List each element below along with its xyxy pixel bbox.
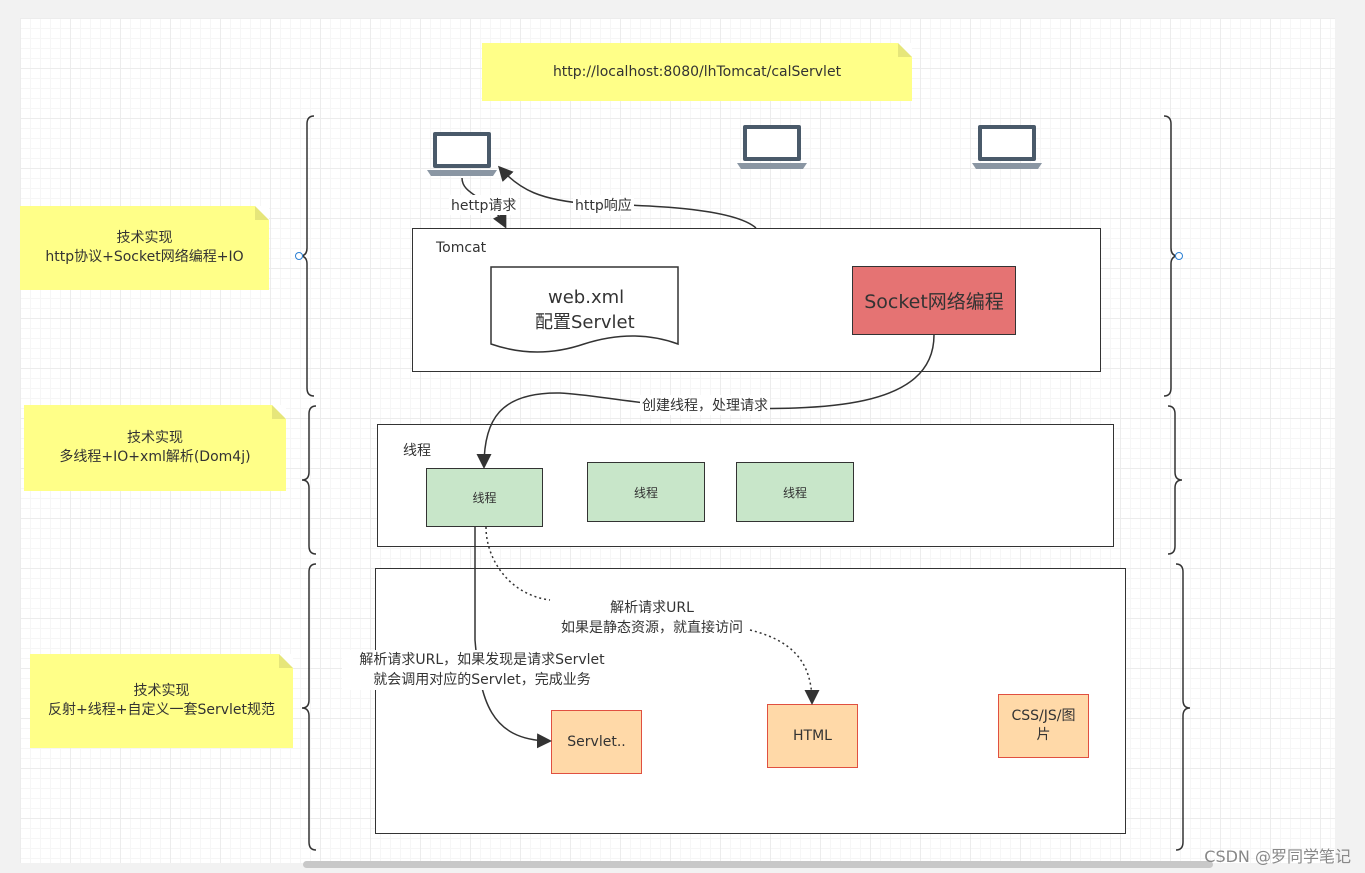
- right-brace-2: [1167, 405, 1183, 555]
- request-label: hettp请求: [449, 195, 519, 215]
- parse-static-label: 解析请求URL 如果是静态资源，就直接访问: [545, 598, 759, 638]
- webxml-subtitle: 配置Servlet: [535, 312, 635, 333]
- laptop-icon[interactable]: [737, 125, 807, 169]
- left-brace-2: [301, 405, 317, 555]
- create-thread-label: 创建线程，处理请求: [640, 395, 770, 415]
- response-label: http响应: [573, 195, 634, 215]
- parse-servlet-line2: 就会调用对应的Servlet，完成业务: [373, 672, 591, 688]
- brace-handle[interactable]: [295, 252, 303, 260]
- left-brace-3: [301, 563, 317, 851]
- laptop-icon[interactable]: [972, 125, 1042, 169]
- brace-handle[interactable]: [1175, 252, 1183, 260]
- webxml-title: web.xml: [548, 287, 625, 308]
- servlet-dispatch-arrow[interactable]: [474, 527, 552, 749]
- right-brace-3: [1175, 563, 1191, 851]
- parse-static-line2: 如果是静态资源，就直接访问: [561, 620, 743, 636]
- horizontal-scrollbar[interactable]: [303, 861, 1213, 868]
- laptop-icon[interactable]: [427, 132, 497, 176]
- watermark: CSDN @罗同学笔记: [1204, 847, 1351, 866]
- parse-servlet-label: 解析请求URL，如果发现是请求Servlet 就会调用对应的Servlet，完成…: [342, 650, 622, 690]
- parse-servlet-line1: 解析请求URL，如果发现是请求Servlet: [359, 652, 605, 668]
- connector-layer: [295, 115, 1191, 851]
- parse-static-line1: 解析请求URL: [610, 600, 694, 616]
